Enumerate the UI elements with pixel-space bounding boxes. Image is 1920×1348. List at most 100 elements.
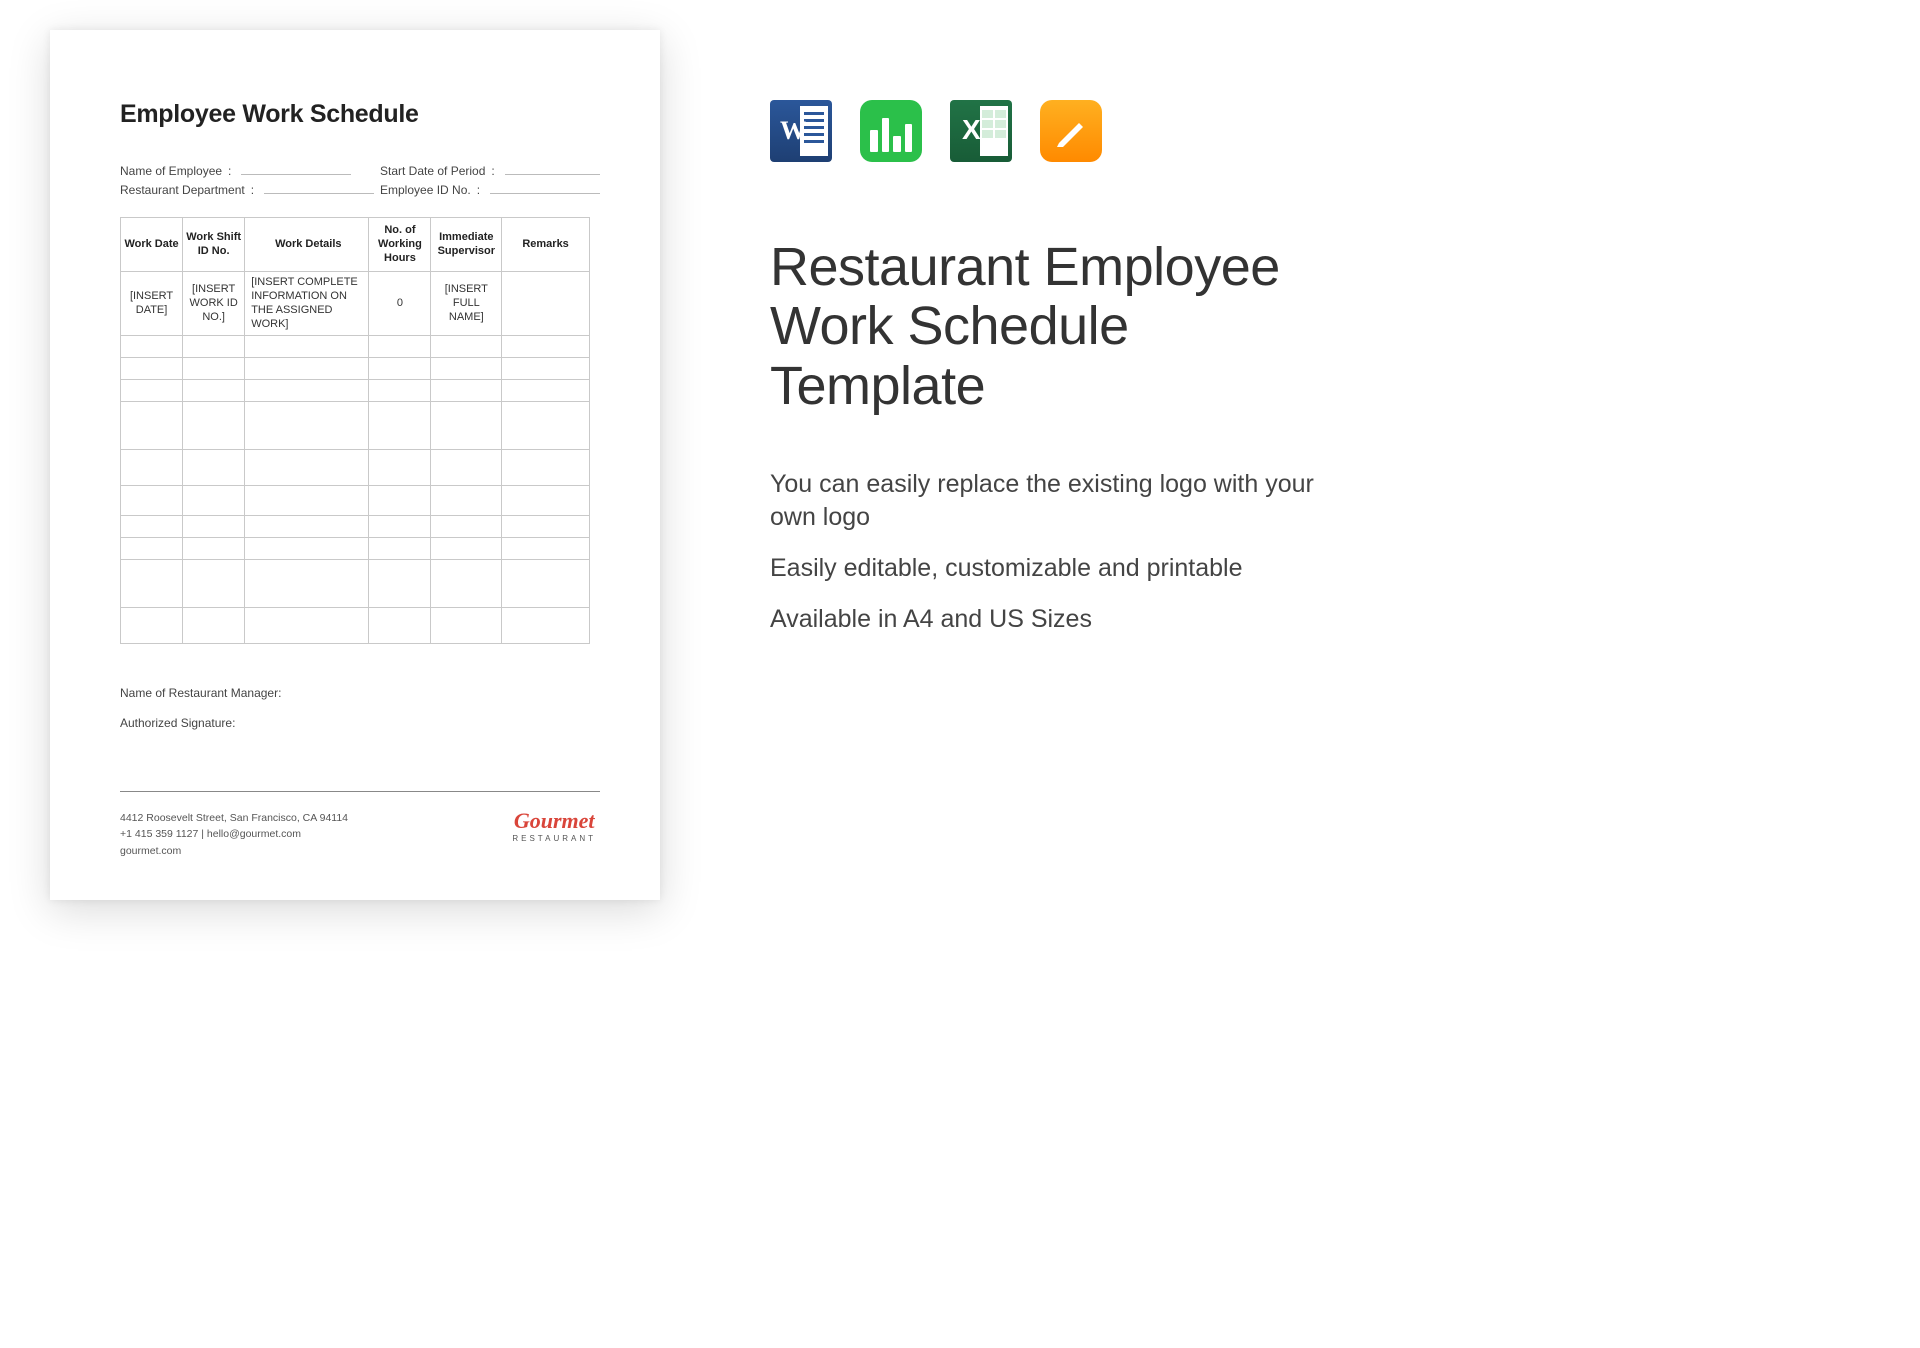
info-panel: Restaurant Employee Work Schedule Templa… bbox=[770, 30, 1330, 1318]
cell-date: [INSERT DATE] bbox=[121, 272, 183, 336]
th-remarks: Remarks bbox=[502, 218, 590, 272]
table-row bbox=[121, 538, 590, 560]
empty-cell bbox=[369, 380, 431, 402]
empty-cell bbox=[502, 380, 590, 402]
empty-cell bbox=[245, 516, 369, 538]
document-meta: Name of Employee : Start Date of Period … bbox=[120, 163, 600, 197]
empty-cell bbox=[183, 560, 245, 608]
th-supervisor: Immediate Supervisor bbox=[431, 218, 502, 272]
empty-cell bbox=[502, 358, 590, 380]
table-row bbox=[121, 358, 590, 380]
empty-cell bbox=[369, 402, 431, 450]
empty-cell bbox=[431, 450, 502, 486]
feature-item: You can easily replace the existing logo… bbox=[770, 468, 1330, 534]
empty-cell bbox=[369, 486, 431, 516]
empty-cell bbox=[183, 538, 245, 560]
footer-website: gourmet.com bbox=[120, 843, 348, 860]
empty-cell bbox=[245, 450, 369, 486]
logo-subtext: RESTAURANT bbox=[512, 834, 596, 843]
meta-label-start-date: Start Date of Period bbox=[380, 164, 485, 178]
empty-cell bbox=[183, 608, 245, 644]
meta-blank bbox=[505, 163, 600, 175]
empty-cell bbox=[121, 450, 183, 486]
empty-cell bbox=[431, 608, 502, 644]
document-title: Employee Work Schedule bbox=[120, 100, 600, 129]
empty-cell bbox=[183, 358, 245, 380]
empty-cell bbox=[121, 538, 183, 560]
empty-cell bbox=[121, 380, 183, 402]
th-work-date: Work Date bbox=[121, 218, 183, 272]
brand-logo: Gourmet RESTAURANT bbox=[512, 810, 600, 843]
empty-cell bbox=[502, 486, 590, 516]
empty-cell bbox=[121, 358, 183, 380]
empty-cell bbox=[183, 450, 245, 486]
empty-cell bbox=[502, 560, 590, 608]
empty-cell bbox=[121, 516, 183, 538]
meta-label-department: Restaurant Department bbox=[120, 183, 245, 197]
document-footer: 4412 Roosevelt Street, San Francisco, CA… bbox=[120, 791, 600, 860]
empty-cell bbox=[369, 516, 431, 538]
empty-cell bbox=[431, 358, 502, 380]
footer-address: 4412 Roosevelt Street, San Francisco, CA… bbox=[120, 810, 348, 827]
empty-cell bbox=[431, 336, 502, 358]
table-row bbox=[121, 336, 590, 358]
feature-item: Easily editable, customizable and printa… bbox=[770, 552, 1330, 585]
feature-list: You can easily replace the existing logo… bbox=[770, 468, 1330, 636]
th-hours: No. of Working Hours bbox=[369, 218, 431, 272]
table-row bbox=[121, 486, 590, 516]
empty-cell bbox=[245, 608, 369, 644]
empty-cell bbox=[121, 336, 183, 358]
schedule-table: Work Date Work Shift ID No. Work Details… bbox=[120, 217, 590, 644]
empty-cell bbox=[502, 336, 590, 358]
schedule-tbody: [INSERT DATE] [INSERT WORK ID NO.] [INSE… bbox=[121, 272, 590, 644]
empty-cell bbox=[245, 486, 369, 516]
format-icons bbox=[770, 100, 1330, 162]
cell-hours: 0 bbox=[369, 272, 431, 336]
cell-remarks bbox=[502, 272, 590, 336]
table-row bbox=[121, 608, 590, 644]
empty-cell bbox=[245, 336, 369, 358]
cell-shift: [INSERT WORK ID NO.] bbox=[183, 272, 245, 336]
empty-cell bbox=[431, 538, 502, 560]
manager-label: Name of Restaurant Manager: bbox=[120, 686, 600, 700]
excel-icon[interactable] bbox=[950, 100, 1012, 162]
meta-blank bbox=[490, 182, 600, 194]
empty-cell bbox=[183, 402, 245, 450]
table-row bbox=[121, 402, 590, 450]
empty-cell bbox=[431, 560, 502, 608]
empty-cell bbox=[431, 402, 502, 450]
empty-cell bbox=[183, 336, 245, 358]
empty-cell bbox=[369, 560, 431, 608]
document-preview: Employee Work Schedule Name of Employee … bbox=[50, 30, 660, 900]
th-details: Work Details bbox=[245, 218, 369, 272]
empty-cell bbox=[183, 380, 245, 402]
table-row bbox=[121, 516, 590, 538]
cell-supervisor: [INSERT FULL NAME] bbox=[431, 272, 502, 336]
empty-cell bbox=[121, 402, 183, 450]
table-row: [INSERT DATE] [INSERT WORK ID NO.] [INSE… bbox=[121, 272, 590, 336]
empty-cell bbox=[369, 358, 431, 380]
word-icon[interactable] bbox=[770, 100, 832, 162]
feature-item: Available in A4 and US Sizes bbox=[770, 603, 1330, 636]
table-row bbox=[121, 560, 590, 608]
page-title: Restaurant Employee Work Schedule Templa… bbox=[770, 238, 1330, 416]
empty-cell bbox=[369, 336, 431, 358]
numbers-icon[interactable] bbox=[860, 100, 922, 162]
empty-cell bbox=[369, 450, 431, 486]
empty-cell bbox=[121, 608, 183, 644]
logo-text: Gourmet bbox=[512, 810, 596, 832]
meta-blank bbox=[264, 182, 374, 194]
table-row bbox=[121, 450, 590, 486]
empty-cell bbox=[183, 486, 245, 516]
empty-cell bbox=[245, 402, 369, 450]
meta-label-emp-id: Employee ID No. bbox=[380, 183, 471, 197]
empty-cell bbox=[183, 516, 245, 538]
pages-icon[interactable] bbox=[1040, 100, 1102, 162]
empty-cell bbox=[245, 358, 369, 380]
empty-cell bbox=[502, 608, 590, 644]
empty-cell bbox=[245, 538, 369, 560]
empty-cell bbox=[245, 380, 369, 402]
empty-cell bbox=[369, 608, 431, 644]
cell-details: [INSERT COMPLETE INFORMATION ON THE ASSI… bbox=[245, 272, 369, 336]
empty-cell bbox=[502, 450, 590, 486]
